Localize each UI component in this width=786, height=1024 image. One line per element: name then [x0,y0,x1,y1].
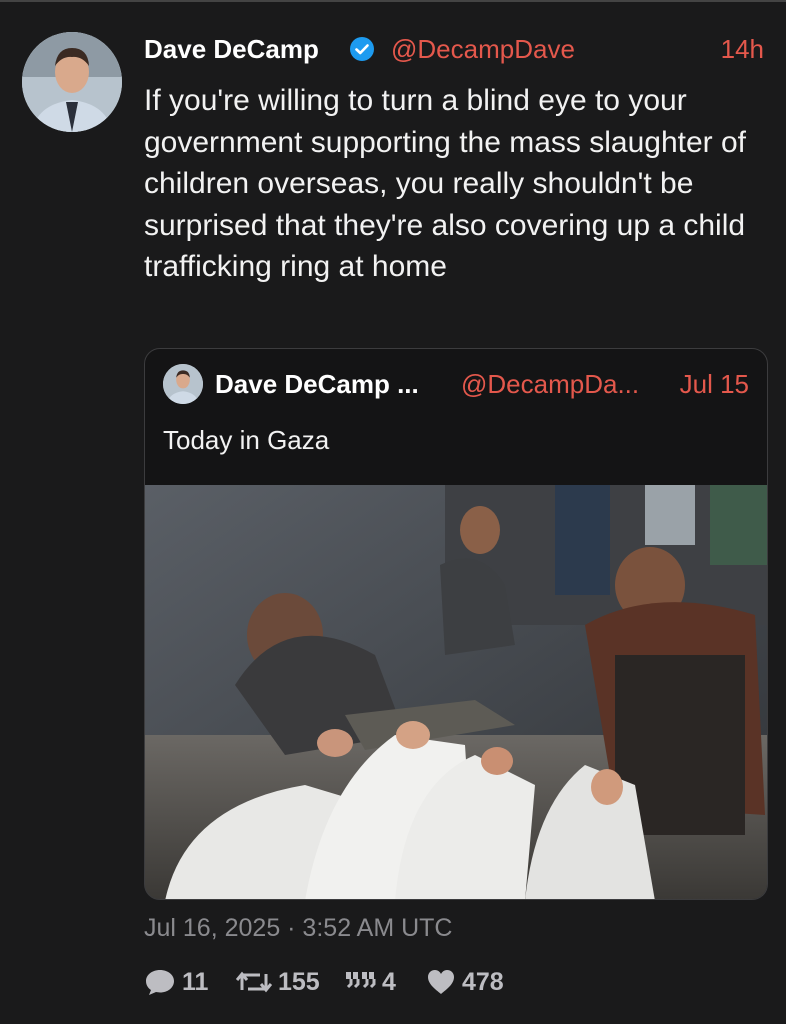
quoted-tweet-text: Today in Gaza [163,425,330,455]
quoted-tweet[interactable]: Dave DeCamp ... @DecampDa... Jul 15 Toda… [144,348,768,900]
quote-stat[interactable]: 4 [344,964,396,1000]
like-count: 478 [462,967,504,996]
quoted-author-avatar[interactable] [163,364,203,404]
tweet-timestamp[interactable]: Jul 16, 2025 · 3:52 AM UTC [144,914,452,943]
author-avatar[interactable] [22,32,122,132]
relative-time[interactable]: 14h [721,34,764,65]
heart-icon [426,968,456,996]
quoted-author-name: Dave DeCamp ... [215,369,419,399]
quoted-date: Jul 15 [679,369,749,399]
author-handle[interactable]: @DecampDave [391,34,575,65]
tweet-container: Dave DeCamp @DecampDave 14h If you're wi… [0,0,786,1024]
speech-bubble-icon [144,967,176,997]
like-stat[interactable]: 478 [426,964,504,1000]
reply-count: 11 [182,967,209,996]
engagement-stats: 11 155 4 478 [144,964,764,1000]
reply-stat[interactable]: 11 [144,964,208,1000]
attached-photo[interactable] [145,485,767,899]
quoted-author-handle: @DecampDa... [461,369,640,399]
author-name[interactable]: Dave DeCamp [144,34,319,65]
retweet-stat[interactable]: 155 [236,964,320,1000]
tweet-text: If you're willing to turn a blind eye to… [144,84,747,283]
retweet-arrows-icon [236,968,272,996]
quote-count: 4 [382,967,396,996]
retweet-count: 155 [278,967,320,996]
quote-marks-icon [344,969,376,995]
verified-badge-icon [349,36,375,62]
tweet-header: Dave DeCamp @DecampDave 14h [144,32,764,68]
